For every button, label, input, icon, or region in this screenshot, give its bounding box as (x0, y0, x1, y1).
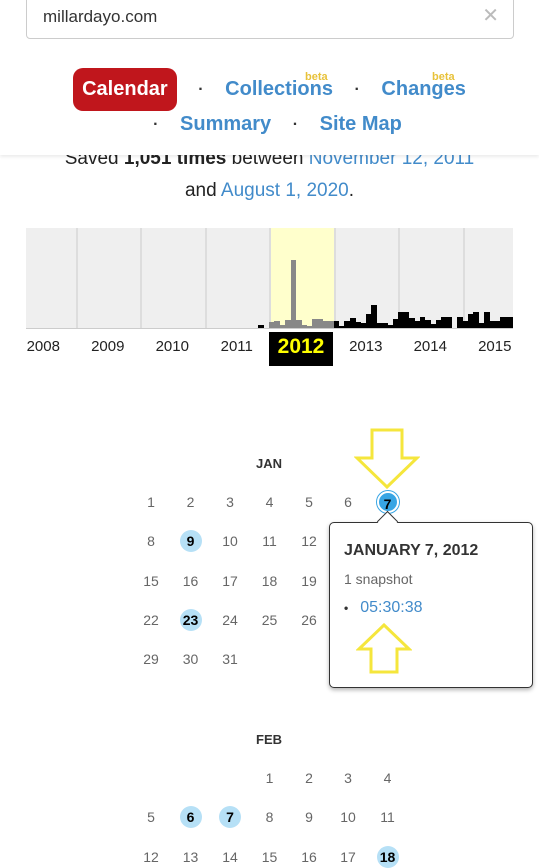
nav-row-2: · Summary · Site Map (0, 113, 539, 136)
calendar-day: 9 (305, 809, 313, 826)
year-column-2012[interactable] (269, 228, 334, 328)
summary-text: . (348, 180, 355, 201)
year-label-2013[interactable]: 2013 (336, 338, 396, 355)
year-label-2012[interactable]: 2012 (269, 332, 333, 366)
close-icon[interactable]: ✕ (482, 3, 499, 28)
tab-summary[interactable]: Summary (180, 113, 271, 136)
calendar-day: 10 (222, 533, 238, 550)
calendar-day: 4 (265, 494, 274, 510)
month-header: FEB (256, 732, 282, 747)
sparkline-chart[interactable] (26, 228, 513, 329)
year-label-2009[interactable]: 2009 (78, 338, 138, 355)
snapshot-time-item[interactable]: • 05:30:38 (344, 599, 422, 617)
year-label-2011[interactable]: 2011 (207, 338, 267, 355)
beta-badge: beta (305, 71, 328, 83)
separator: · (292, 115, 299, 133)
calendar-day: 11 (380, 809, 395, 826)
snapshot-time-link[interactable]: 05:30:38 (360, 599, 422, 616)
bullet: • (344, 601, 349, 615)
arrow-down-icon (354, 428, 420, 490)
calendar-day: 3 (226, 494, 234, 510)
calendar-day: 3 (344, 770, 352, 786)
calendar-day: 4 (383, 770, 392, 786)
calendar-day: 1 (265, 770, 274, 786)
calendar-day: 31 (222, 651, 238, 668)
bar-2011-m11 (258, 324, 265, 328)
calendar-day: 18 (261, 572, 278, 589)
calendar-day: 26 (301, 611, 317, 628)
calendar-day: 5 (147, 809, 155, 826)
tab-calendar[interactable]: Calendar (73, 68, 177, 111)
separator: · (354, 80, 360, 98)
summary-text: and (184, 180, 221, 201)
calendar-day[interactable]: 7 (376, 491, 399, 513)
year-label-2008[interactable]: 2008 (13, 338, 73, 355)
calendar-day[interactable]: 23 (179, 608, 202, 631)
calendar-day: 29 (143, 651, 159, 668)
year-label-2015[interactable]: 2015 (465, 338, 525, 355)
year-label-2014[interactable]: 2014 (400, 338, 460, 355)
year-column-2009[interactable] (75, 228, 141, 328)
bar-2014-m10 (446, 316, 453, 328)
calendar-day: 16 (182, 572, 199, 589)
separator: · (153, 115, 159, 133)
beta-badge: beta (432, 71, 455, 83)
calendar-day: 11 (262, 533, 277, 550)
bar-2012-m5 (290, 260, 297, 328)
url-input[interactable] (43, 7, 463, 27)
calendar-day: 5 (305, 494, 313, 510)
snapshot-count: 1 snapshot (344, 571, 413, 587)
calendar-day: 10 (340, 809, 356, 826)
calendar-day: 30 (182, 651, 199, 668)
calendar-day: 8 (265, 809, 274, 826)
tab-site-map[interactable]: Site Map (320, 113, 402, 136)
year-column-2010[interactable] (140, 228, 205, 328)
calendar-day[interactable]: 6 (179, 806, 202, 829)
separator: · (198, 80, 204, 98)
calendar-day: 19 (301, 572, 317, 589)
calendar-day: 17 (222, 572, 238, 589)
last-capture-link[interactable]: August 1, 2020 (221, 180, 349, 201)
nav-row-1: Calendar · Collections · Changes (0, 68, 539, 111)
calendar-day: 15 (143, 572, 159, 589)
calendar-day: 22 (143, 611, 159, 628)
arrow-up-icon (356, 623, 412, 674)
month-header: JAN (255, 456, 282, 471)
calendar-day[interactable]: 9 (179, 530, 202, 553)
year-label-2010[interactable]: 2010 (142, 338, 202, 355)
calendar-day: 2 (186, 494, 195, 510)
header: ✕ Calendar · Collections · Changes beta … (0, 0, 539, 155)
bar-2015-m10 (510, 316, 513, 328)
calendar-day: 2 (305, 770, 313, 786)
calendar-day: 8 (147, 533, 155, 550)
calendar-day: 12 (301, 533, 317, 550)
calendar-day: 1 (147, 494, 155, 510)
calendar-day: 6 (344, 494, 352, 510)
calendar-day: 25 (261, 611, 278, 628)
calendar-day: 24 (222, 611, 238, 628)
calendar-day[interactable]: 7 (219, 806, 241, 829)
year-column-2008[interactable] (26, 228, 76, 328)
tooltip-date: JANUARY 7, 2012 (344, 542, 479, 559)
url-search-box[interactable]: ✕ (26, 0, 514, 39)
year-column-2011[interactable] (204, 228, 270, 328)
